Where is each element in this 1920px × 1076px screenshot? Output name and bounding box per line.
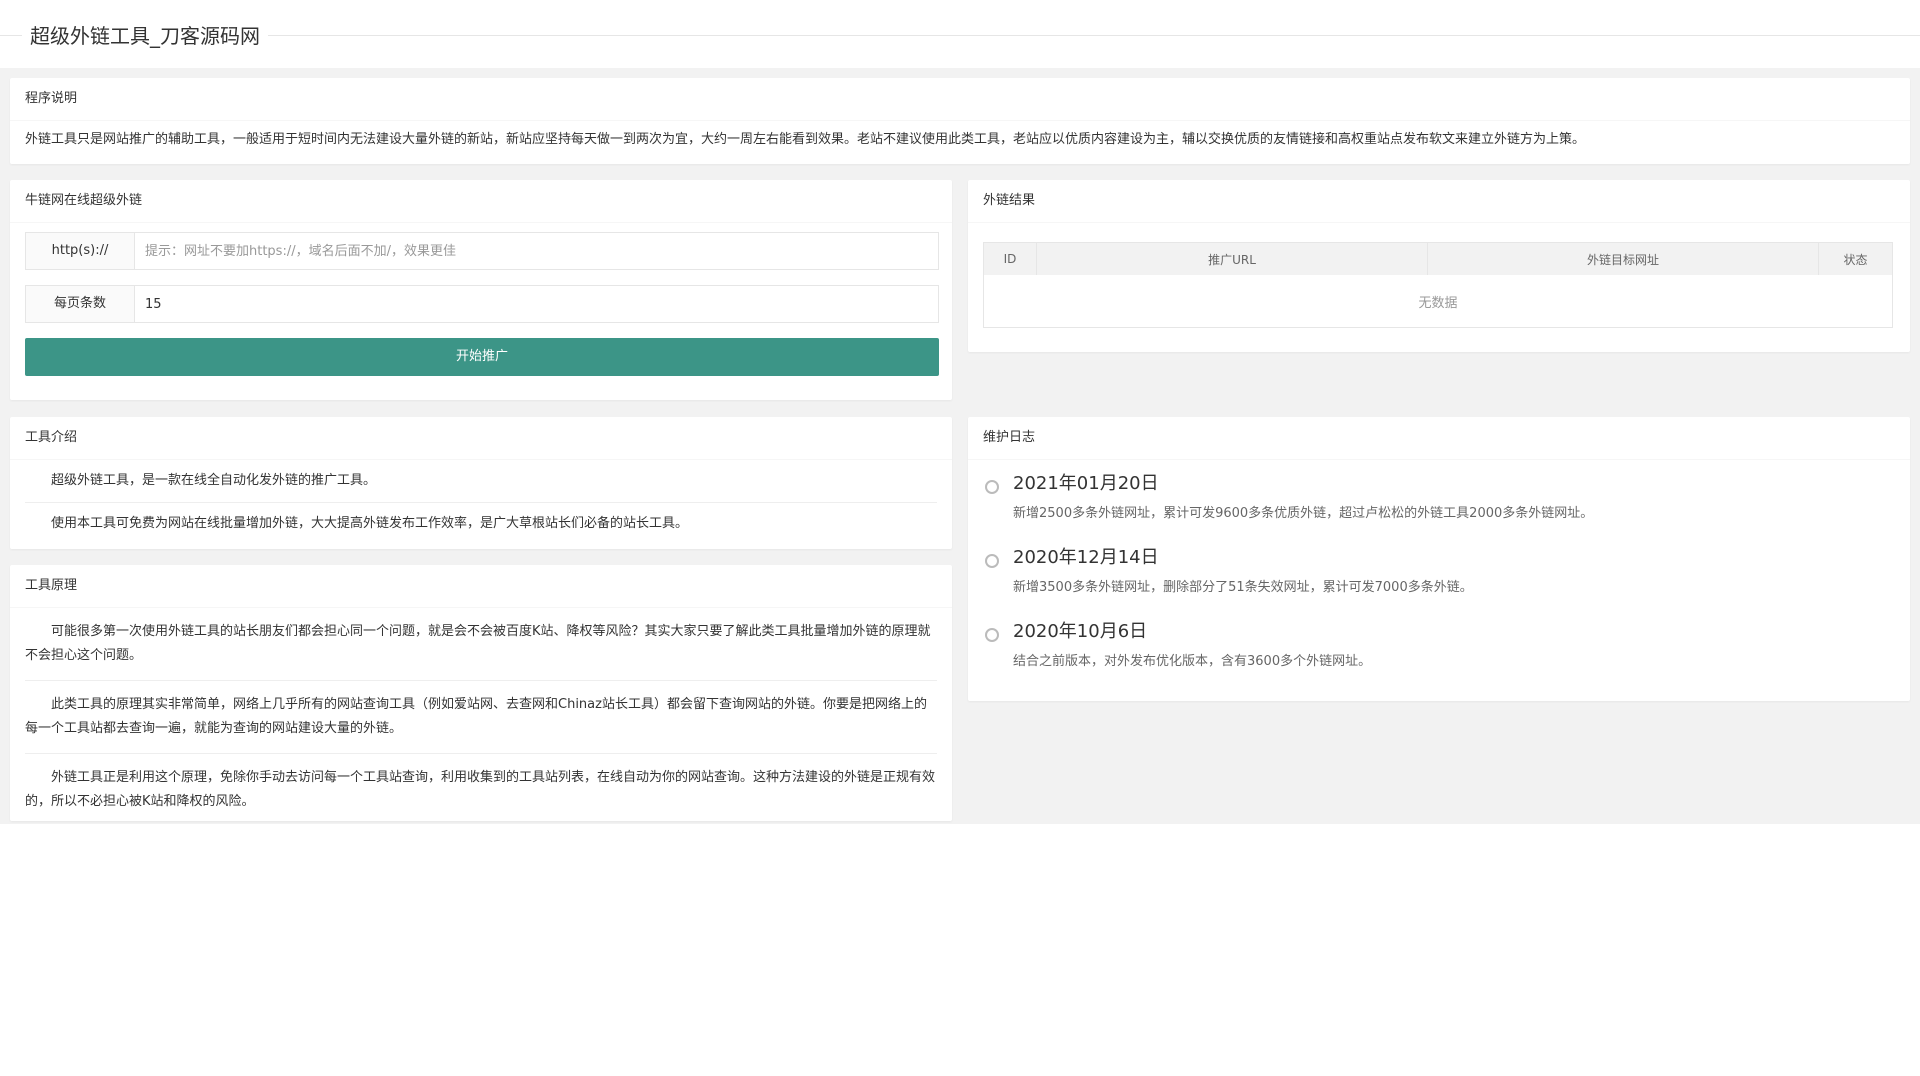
timeline-item: 2020年12月14日 新增3500多条外链网址，删除部分了51条失效网址，累计… (983, 543, 1883, 617)
timeline-description: 结合之前版本，对外发布优化版本，含有3600多个外链网址。 (1013, 654, 1372, 669)
timeline-dot-icon (985, 628, 999, 642)
changelog-card-title: 维护日志 (968, 417, 1910, 460)
principle-card: 工具原理 可能很多第一次使用外链工具的站长朋友们都会担心同一个问题，就是会不会被… (10, 565, 952, 821)
principle-paragraph: 此类工具的原理其实非常简单，网络上几乎所有的网站查询工具（例如爱站网、去查网和C… (25, 681, 937, 754)
timeline-dot-icon (985, 554, 999, 568)
empty-state: 无数据 (1418, 295, 1458, 311)
intro-paragraph: 使用本工具可免费为网站在线批量增加外链，大大提高外链发布工作效率，是广大草根站长… (51, 516, 689, 531)
changelog-card: 维护日志 2021年01月20日 新增2500多条外链网址，累计可发9600多条… (968, 417, 1910, 701)
col-id[interactable]: ID (983, 242, 1037, 275)
count-row: 每页条数 (25, 285, 939, 323)
timeline-description: 新增3500多条外链网址，删除部分了51条失效网址，累计可发7000多条外链。 (1013, 580, 1473, 595)
start-promote-button[interactable]: 开始推广 (25, 338, 939, 376)
page-header: 超级外链工具_刀客源码网 (0, 0, 1920, 68)
count-label: 每页条数 (26, 286, 135, 322)
page-title: 超级外链工具_刀客源码网 (22, 20, 268, 49)
intro-paragraph: 超级外链工具，是一款在线全自动化发外链的推广工具。 (25, 460, 937, 503)
form-card: 牛链网在线超级外链 http(s):// 每页条数 开始推广 (10, 180, 952, 400)
table-row: 无数据 (984, 275, 1893, 328)
results-header-row: ID 推广URL 外链目标网址 状态 (983, 242, 1893, 275)
timeline-date: 2020年12月14日 (1013, 547, 1159, 568)
main-area: 程序说明 外链工具只是网站推广的辅助工具，一般适用于短时间内无法建设大量外链的新… (0, 68, 1920, 824)
results-card: 外链结果 ID 推广URL 外链目标网址 状态 无数据 (968, 180, 1910, 352)
results-card-title: 外链结果 (968, 180, 1910, 223)
program-description: 外链工具只是网站推广的辅助工具，一般适用于短时间内无法建设大量外链的新站，新站应… (25, 132, 1586, 147)
timeline-date: 2021年01月20日 (1013, 473, 1159, 494)
timeline-description: 新增2500多条外链网址，累计可发9600多条优质外链，超过卢松松的外链工具20… (1013, 506, 1594, 521)
header-divider (0, 35, 1920, 36)
principle-card-title: 工具原理 (10, 565, 952, 608)
results-table: ID 推广URL 外链目标网址 状态 无数据 (983, 242, 1893, 328)
col-target-url[interactable]: 外链目标网址 (1427, 242, 1819, 275)
program-card: 程序说明 外链工具只是网站推广的辅助工具，一般适用于短时间内无法建设大量外链的新… (10, 78, 1910, 164)
timeline-dot-icon (985, 480, 999, 494)
principle-paragraph: 可能很多第一次使用外链工具的站长朋友们都会担心同一个问题，就是会不会被百度K站、… (25, 608, 937, 681)
program-card-title: 程序说明 (10, 78, 1910, 121)
intro-card-title: 工具介绍 (10, 417, 952, 460)
timeline-item: 2020年10月6日 结合之前版本，对外发布优化版本，含有3600多个外链网址。 (983, 617, 1883, 691)
count-input[interactable] (135, 286, 938, 322)
intro-card: 工具介绍 超级外链工具，是一款在线全自动化发外链的推广工具。 使用本工具可免费为… (10, 417, 952, 549)
col-status[interactable]: 状态 (1818, 242, 1893, 275)
url-input[interactable] (135, 233, 938, 269)
timeline-item: 2021年01月20日 新增2500多条外链网址，累计可发9600多条优质外链，… (983, 469, 1883, 543)
url-label: http(s):// (26, 233, 135, 269)
col-promote-url[interactable]: 推广URL (1036, 242, 1428, 275)
timeline-date: 2020年10月6日 (1013, 621, 1148, 642)
changelog-timeline: 2021年01月20日 新增2500多条外链网址，累计可发9600多条优质外链，… (983, 469, 1883, 691)
principle-paragraph: 外链工具正是利用这个原理，免除你手动去访问每一个工具站查询，利用收集到的工具站列… (25, 770, 936, 809)
form-card-title: 牛链网在线超级外链 (10, 180, 952, 223)
url-row: http(s):// (25, 232, 939, 270)
